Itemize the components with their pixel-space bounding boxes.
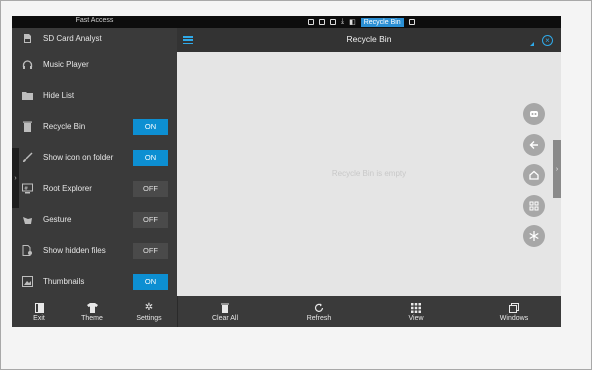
sidebar-item-label: Show icon on folder — [43, 153, 114, 162]
button-label: Windows — [499, 314, 529, 322]
recycle-bin-toggle[interactable]: ON — [133, 118, 168, 135]
close-icon[interactable]: × — [542, 35, 553, 46]
fast-access-label: Fast Access — [75, 17, 114, 24]
app-screen: Fast Access ⤓ ◧ Recycle Bin SD Card Anal… — [12, 16, 561, 327]
home-icon[interactable] — [523, 164, 545, 186]
button-label: Refresh — [306, 314, 332, 322]
view-button[interactable]: View — [400, 296, 432, 327]
page-title: Recycle Bin — [346, 34, 392, 44]
sidebar-item-show-icon-on-folder[interactable]: Show icon on folder ON — [12, 142, 177, 173]
empty-message: Recycle Bin is empty — [331, 169, 407, 178]
button-label: View — [408, 314, 424, 322]
toolbar-divider — [177, 296, 178, 327]
show-hidden-files-toggle[interactable]: OFF — [133, 242, 168, 259]
folder-icon — [21, 90, 33, 102]
clear-all-button[interactable]: Clear All — [205, 296, 245, 327]
svg-text:#: # — [24, 186, 28, 192]
status-icons: ⤓ ◧ Recycle Bin — [308, 17, 415, 27]
root-explorer-icon: # — [21, 183, 33, 195]
hidden-files-icon — [21, 245, 33, 257]
recycle-bin-content: Recycle Bin is empty › — [177, 52, 561, 296]
snowflake-icon[interactable] — [523, 225, 545, 247]
gear-icon: ✲ — [144, 302, 154, 313]
sidebar-item-hide-list[interactable]: Hide List — [12, 80, 177, 111]
sidebar-collapse-handle[interactable]: › — [12, 148, 19, 208]
sidebar-item-label: Hide List — [43, 91, 75, 100]
show-icon-on-folder-toggle[interactable]: ON — [133, 149, 168, 166]
sd-card-icon — [21, 32, 33, 44]
sidebar-item-music-player[interactable]: Music Player — [12, 49, 177, 80]
refresh-button[interactable]: Refresh — [299, 296, 339, 327]
button-label: Settings — [136, 314, 162, 322]
sidebar-item-label: Thumbnails — [43, 277, 85, 286]
sidebar-item-root-explorer[interactable]: # Root Explorer OFF — [12, 173, 177, 204]
trash-icon — [21, 121, 33, 133]
windows-icon — [509, 302, 519, 314]
gesture-hand-icon — [21, 214, 33, 226]
bottom-toolbar: Exit Theme ✲ Settings Clear All Refresh … — [12, 296, 561, 327]
trash-icon — [221, 302, 229, 314]
brush-icon — [21, 152, 33, 164]
button-label: Theme — [81, 314, 103, 322]
sidebar-item-label: Show hidden files — [43, 246, 106, 255]
status-copy-icon — [408, 19, 415, 25]
sidebar-item-label: SD Card Analyst — [43, 33, 102, 43]
sidebar-item-label: Root Explorer — [43, 184, 92, 193]
exit-button[interactable]: Exit — [24, 296, 54, 327]
headphones-icon — [21, 59, 33, 71]
corner-indicator-icon — [530, 42, 534, 46]
right-panel-handle[interactable]: › — [553, 140, 561, 198]
shirt-icon — [86, 302, 98, 314]
button-label: Clear All — [211, 314, 239, 322]
sidebar-item-recycle-bin[interactable]: Recycle Bin ON — [12, 111, 177, 142]
status-window-icon — [319, 19, 325, 25]
sidebar-item-gesture[interactable]: Gesture OFF — [12, 204, 177, 235]
sidebar-item-sd-card-analyst[interactable]: SD Card Analyst — [12, 26, 177, 50]
notification-icon: ◧ — [349, 19, 356, 26]
grid-view-icon — [411, 302, 421, 314]
status-square-icon — [308, 19, 314, 25]
sidebar-item-thumbnails[interactable]: Thumbnails ON — [12, 266, 177, 297]
refresh-icon — [314, 302, 324, 314]
sidebar-item-label: Recycle Bin — [43, 122, 86, 131]
sidebar-item-label: Gesture — [43, 215, 72, 224]
settings-button[interactable]: ✲ Settings — [132, 296, 166, 327]
sidebar-item-show-hidden-files[interactable]: Show hidden files OFF — [12, 235, 177, 266]
root-explorer-toggle[interactable]: OFF — [133, 180, 168, 197]
active-app-tag: Recycle Bin — [360, 17, 404, 27]
theme-button[interactable]: Theme — [77, 296, 107, 327]
download-icon: ⤓ — [341, 18, 345, 25]
back-arrow-icon[interactable] — [523, 134, 545, 156]
exit-icon — [34, 302, 44, 314]
sidebar-item-label: Music Player — [43, 60, 89, 69]
windows-button[interactable]: Windows — [494, 296, 534, 327]
thumbnails-toggle[interactable]: ON — [133, 273, 168, 290]
window-frame: Fast Access ⤓ ◧ Recycle Bin SD Card Anal… — [0, 0, 592, 370]
gesture-toggle[interactable]: OFF — [133, 211, 168, 228]
button-label: Exit — [33, 314, 45, 322]
transfer-icon[interactable] — [523, 103, 545, 125]
title-bar: Recycle Bin × — [177, 28, 561, 52]
status-screen-icon — [330, 19, 336, 25]
fast-access-sidebar: SD Card Analyst Music Player Hide List R… — [12, 28, 177, 296]
image-icon — [21, 276, 33, 288]
grid-icon[interactable] — [523, 195, 545, 217]
